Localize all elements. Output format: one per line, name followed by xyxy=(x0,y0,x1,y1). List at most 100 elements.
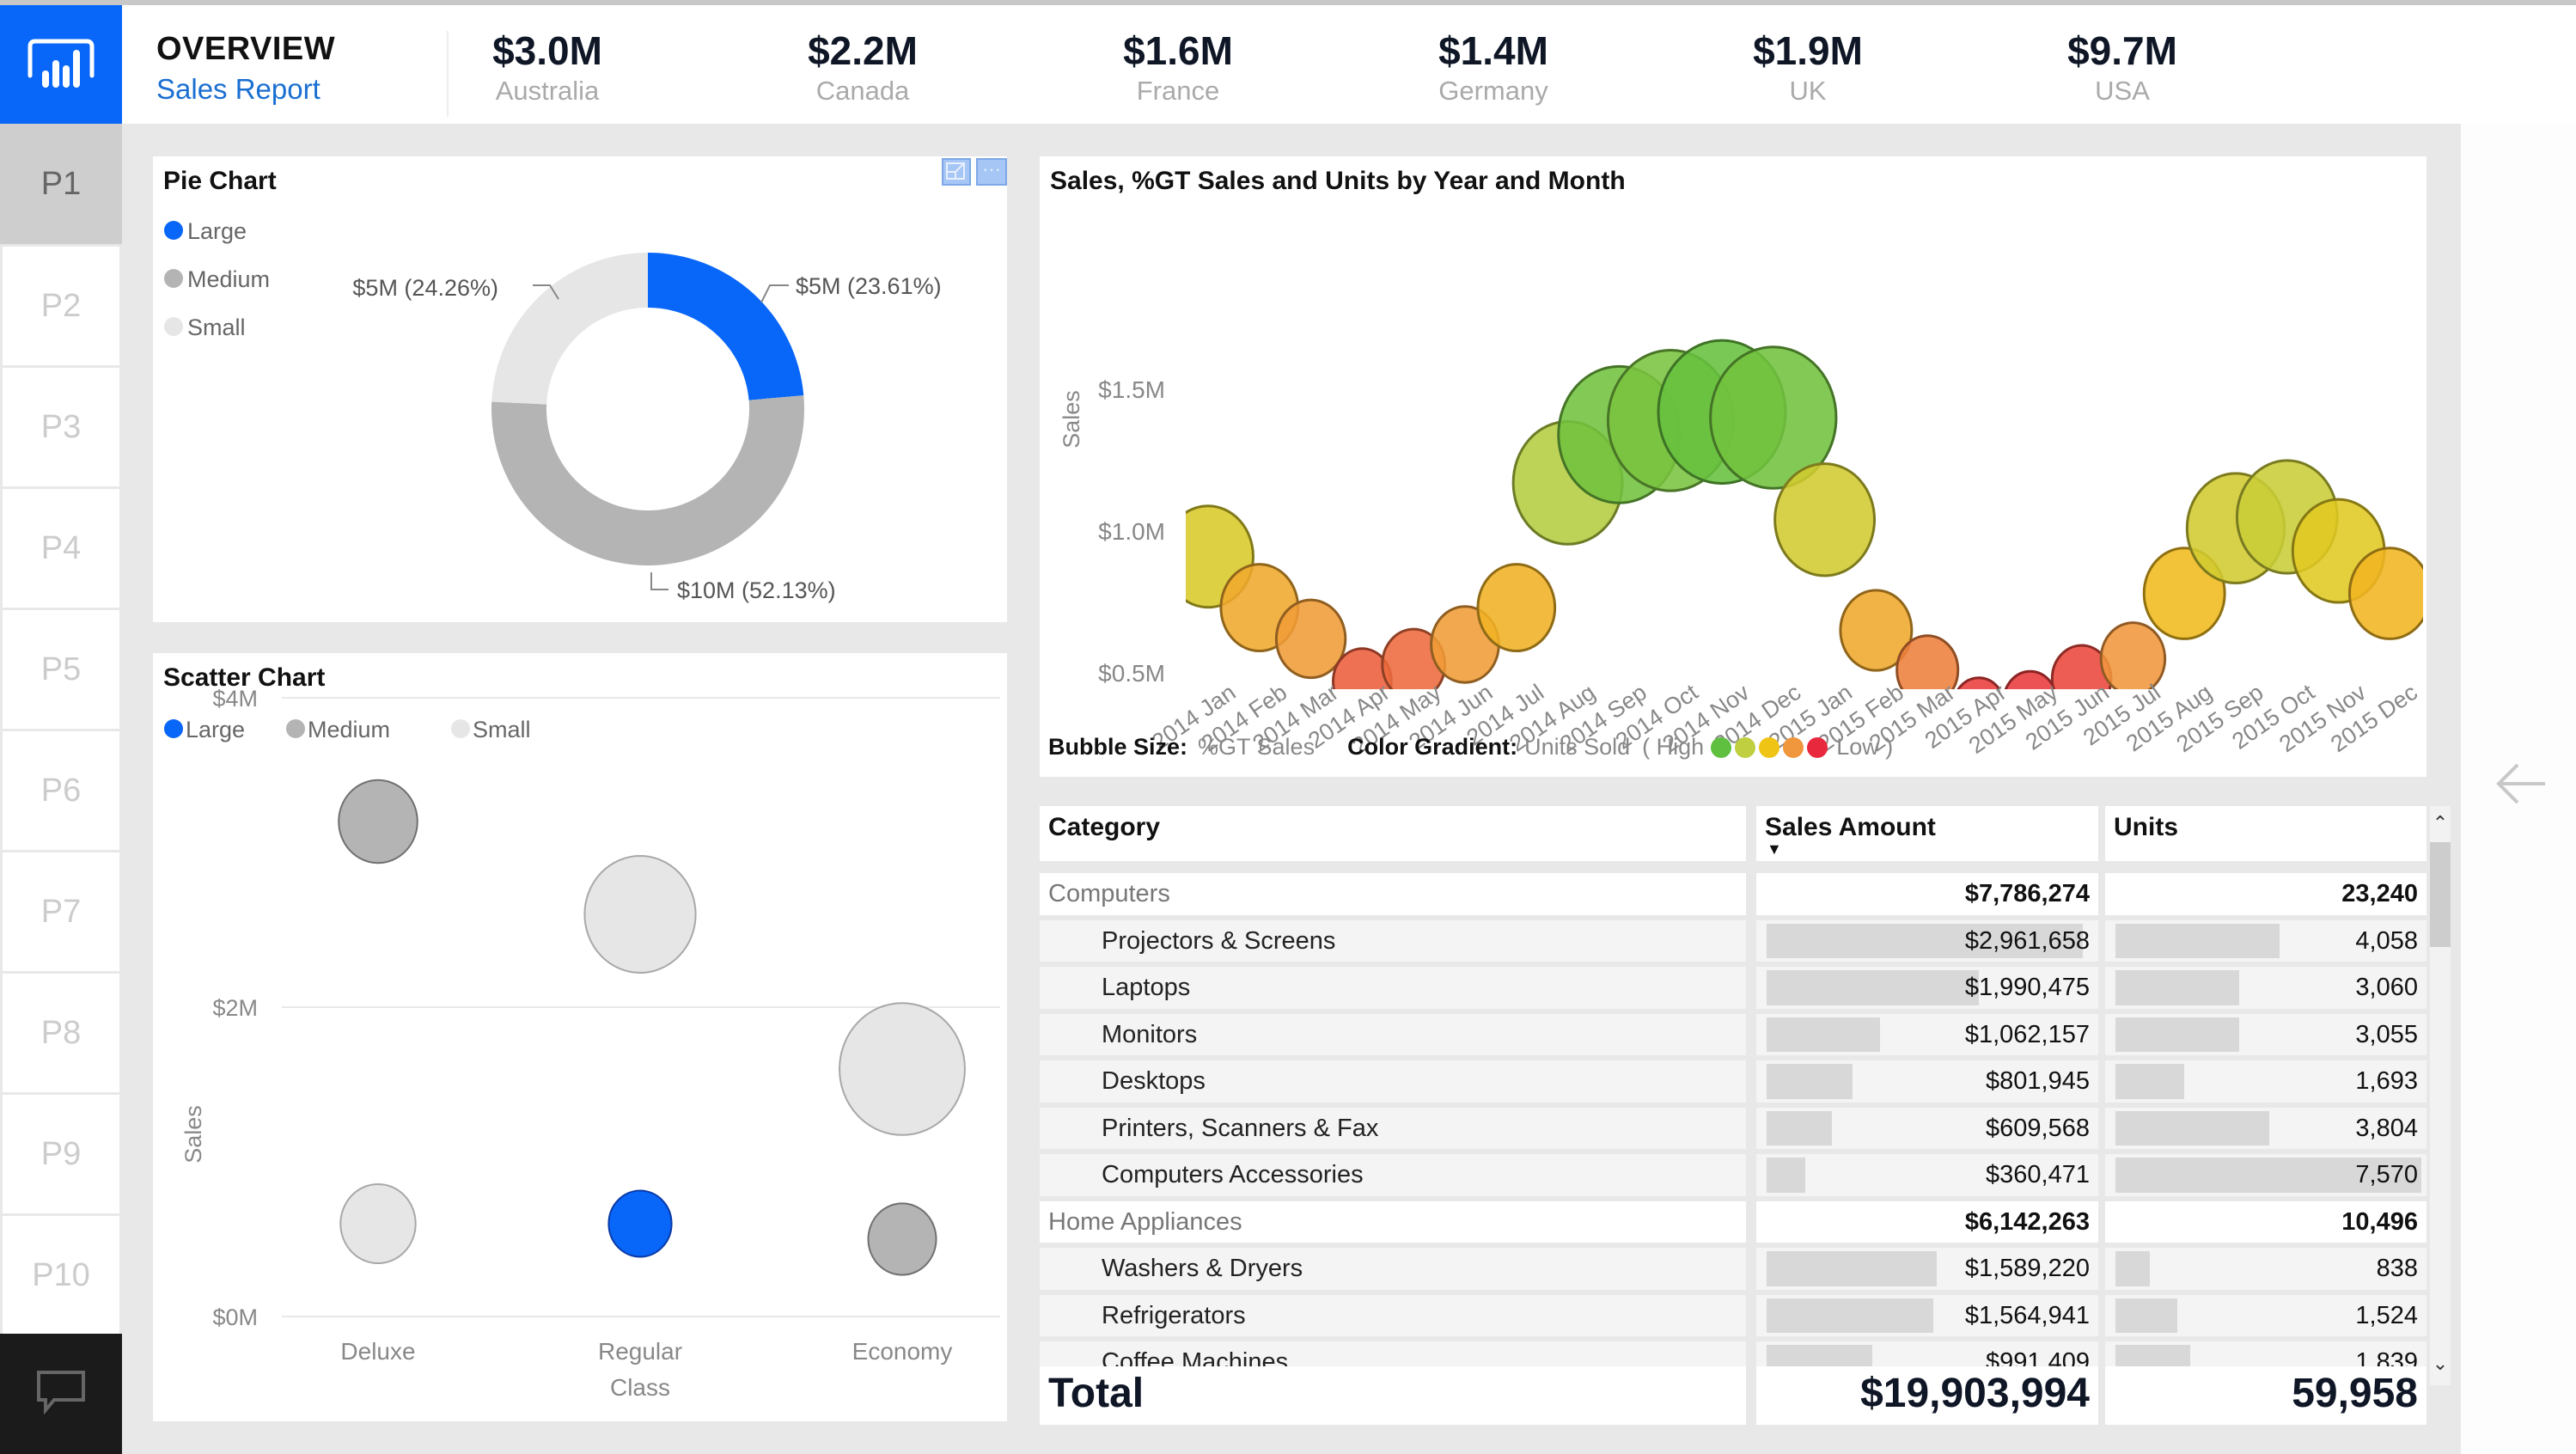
color-gradient-label: Color Gradient: xyxy=(1347,734,1518,760)
bubble-size-value: %GT Sales xyxy=(1198,734,1315,760)
scrollbar-thumb[interactable] xyxy=(2430,842,2451,947)
sales-value: $360,471 xyxy=(1986,1161,2090,1188)
scatter-point-medium-deluxe[interactable] xyxy=(338,779,418,864)
page-tab-p2[interactable]: P2 xyxy=(3,247,119,365)
scatter-point-medium-economy[interactable] xyxy=(867,1202,937,1276)
page-tab-p1[interactable]: P1 xyxy=(0,124,122,244)
table-cell-units: 3,055 xyxy=(2105,1013,2426,1055)
scroll-down-button[interactable]: ⌄ xyxy=(2430,1351,2451,1385)
page-tab-p4[interactable]: P4 xyxy=(3,489,119,608)
table-row-category[interactable]: Projectors & Screens xyxy=(1040,919,1746,962)
category-label: Projectors & Screens xyxy=(1102,926,1336,955)
report-title: OVERVIEW xyxy=(156,31,336,67)
units-value: 1,693 xyxy=(2355,1067,2418,1095)
column-header-sales[interactable]: Sales Amount ▼ xyxy=(1756,806,2098,861)
scatter-point-small-regular[interactable] xyxy=(583,855,697,974)
kpi-card[interactable]: $1.6M France xyxy=(1071,27,1285,107)
kpi-value: $1.6M xyxy=(1123,28,1233,73)
units-data-bar xyxy=(2115,1110,2270,1145)
y-tick-label: $1.0M xyxy=(1098,518,1165,545)
category-label: Desktops xyxy=(1102,1067,1206,1095)
category-label: Printers, Scanners & Fax xyxy=(1102,1114,1379,1142)
table-row-category[interactable]: Printers, Scanners & Fax xyxy=(1040,1107,1746,1149)
page-tab-p3[interactable]: P3 xyxy=(3,368,119,486)
category-label: Refrigerators xyxy=(1102,1301,1246,1329)
arrow-left-icon[interactable] xyxy=(2494,760,2549,812)
scatter-point-small-economy[interactable] xyxy=(839,1002,966,1136)
report-subtitle: Sales Report xyxy=(156,73,320,105)
bubble-2015-jan[interactable] xyxy=(1773,462,1877,577)
table-row-category[interactable]: Computers xyxy=(1040,873,1746,915)
pie-slice-small[interactable] xyxy=(491,253,648,405)
page-tab-p7[interactable]: P7 xyxy=(3,852,119,971)
column-header-units[interactable]: Units xyxy=(2105,806,2426,861)
column-header-label: Category xyxy=(1048,813,1161,841)
table-cell-sales: $1,062,157 xyxy=(1756,1013,2098,1055)
bubble-2014-jul[interactable] xyxy=(1476,563,1557,653)
scatter-legend-item-large[interactable]: Large xyxy=(164,717,245,742)
table-cell-sales: $360,471 xyxy=(1756,1154,2098,1196)
table-cell-units: 838 xyxy=(2105,1248,2426,1290)
units-value: 10,496 xyxy=(2341,1207,2418,1236)
units-data-bar xyxy=(2115,970,2239,1005)
gradient-swatch xyxy=(1759,736,1780,758)
legend-label: Medium xyxy=(187,266,270,292)
page-tab-p6[interactable]: P6 xyxy=(3,731,119,850)
sales-data-bar xyxy=(1767,1298,1934,1333)
scroll-up-button[interactable]: ⌃ xyxy=(2430,806,2451,840)
scatter-chart-panel[interactable]: Scatter Chart LargeMediumSmall$0M$2M$4M$… xyxy=(153,653,1007,1421)
table-row-category[interactable]: Refrigerators xyxy=(1040,1294,1746,1336)
page-tab-p9[interactable]: P9 xyxy=(3,1095,119,1213)
report-header: OVERVIEW Sales Report $3.0M Australia $2.2… xyxy=(122,5,2576,124)
pie-legend-item-small[interactable]: Small xyxy=(164,315,246,340)
category-label: Computers xyxy=(1048,880,1170,907)
power-bi-logo-icon[interactable] xyxy=(0,5,122,124)
kpi-card[interactable]: $2.2M Canada xyxy=(755,27,970,107)
table-cell-sales: $1,990,475 xyxy=(1756,967,2098,1009)
bubble-2015-dec[interactable] xyxy=(2347,547,2426,640)
page-tab-p5[interactable]: P5 xyxy=(3,610,119,729)
total-sales-cell: $19,903,994 xyxy=(1756,1366,2098,1425)
kpi-card[interactable]: $1.9M UK xyxy=(1700,27,1915,107)
scatter-legend-item-small[interactable]: Small xyxy=(451,717,531,742)
table-row-category[interactable]: Computers Accessories xyxy=(1040,1154,1746,1196)
column-header-category[interactable]: Category xyxy=(1040,806,1746,861)
table-row-category[interactable]: Washers & Dryers xyxy=(1040,1248,1746,1290)
pie-chart-svg: Large Medium Small $5M (23.61%) $5M (24.26%)… xyxy=(164,218,942,603)
units-data-bar xyxy=(2115,1251,2150,1286)
column-header-label: Units xyxy=(2114,813,2178,841)
scatter-point-large-regular[interactable] xyxy=(607,1189,673,1258)
table-row-category[interactable]: Home Appliances xyxy=(1040,1200,1746,1243)
table-row-category[interactable]: Laptops xyxy=(1040,967,1746,1009)
bubble-chart-panel[interactable]: Sales, %GT Sales and Units by Year and M… xyxy=(1040,156,2426,777)
x-tick-label: Regular xyxy=(598,1338,682,1365)
pie-chart-panel[interactable]: Pie Chart ··· Large Medium Small $5M (23.61… xyxy=(153,156,1007,622)
table-cell-sales: $7,786,274 xyxy=(1756,873,2098,915)
bubble-2015-jul[interactable] xyxy=(2099,621,2167,695)
pie-legend-item-medium[interactable]: Medium xyxy=(164,266,270,292)
page-tab-p10[interactable]: P10 xyxy=(3,1216,119,1335)
table-row-category[interactable]: Desktops xyxy=(1040,1060,1746,1103)
table-scrollbar[interactable]: ⌃ ⌄ xyxy=(2430,806,2451,1385)
y-tick-label: $4M xyxy=(212,686,258,712)
units-value: 3,804 xyxy=(2355,1114,2418,1142)
pie-slice-large[interactable] xyxy=(648,253,804,400)
kpi-card[interactable]: $3.0M Australia xyxy=(440,27,655,107)
sales-value: $1,564,941 xyxy=(1964,1301,2090,1329)
gradient-swatch xyxy=(1735,736,1756,758)
table-cell-sales: $6,142,263 xyxy=(1756,1200,2098,1243)
kpi-card[interactable]: $1.4M Germany xyxy=(1386,27,1601,107)
page-tab-p8[interactable]: P8 xyxy=(3,974,119,1092)
pie-slice-medium[interactable] xyxy=(491,395,804,565)
pie-legend-item-large[interactable]: Large xyxy=(164,218,247,244)
kpi-card[interactable]: $9.7M USA xyxy=(2015,27,2230,107)
scatter-point-large-deluxe[interactable] xyxy=(342,653,413,720)
comment-button[interactable] xyxy=(0,1334,122,1454)
scatter-legend-item-medium[interactable]: Medium xyxy=(286,717,390,742)
pie-data-label: $5M (24.26%) xyxy=(352,275,498,301)
scatter-point-small-deluxe[interactable] xyxy=(339,1183,417,1264)
leader-line xyxy=(650,572,668,590)
table-row-category[interactable]: Monitors xyxy=(1040,1013,1746,1055)
sales-value: $1,589,220 xyxy=(1964,1255,2090,1282)
sales-value: $6,142,263 xyxy=(1964,1207,2090,1236)
